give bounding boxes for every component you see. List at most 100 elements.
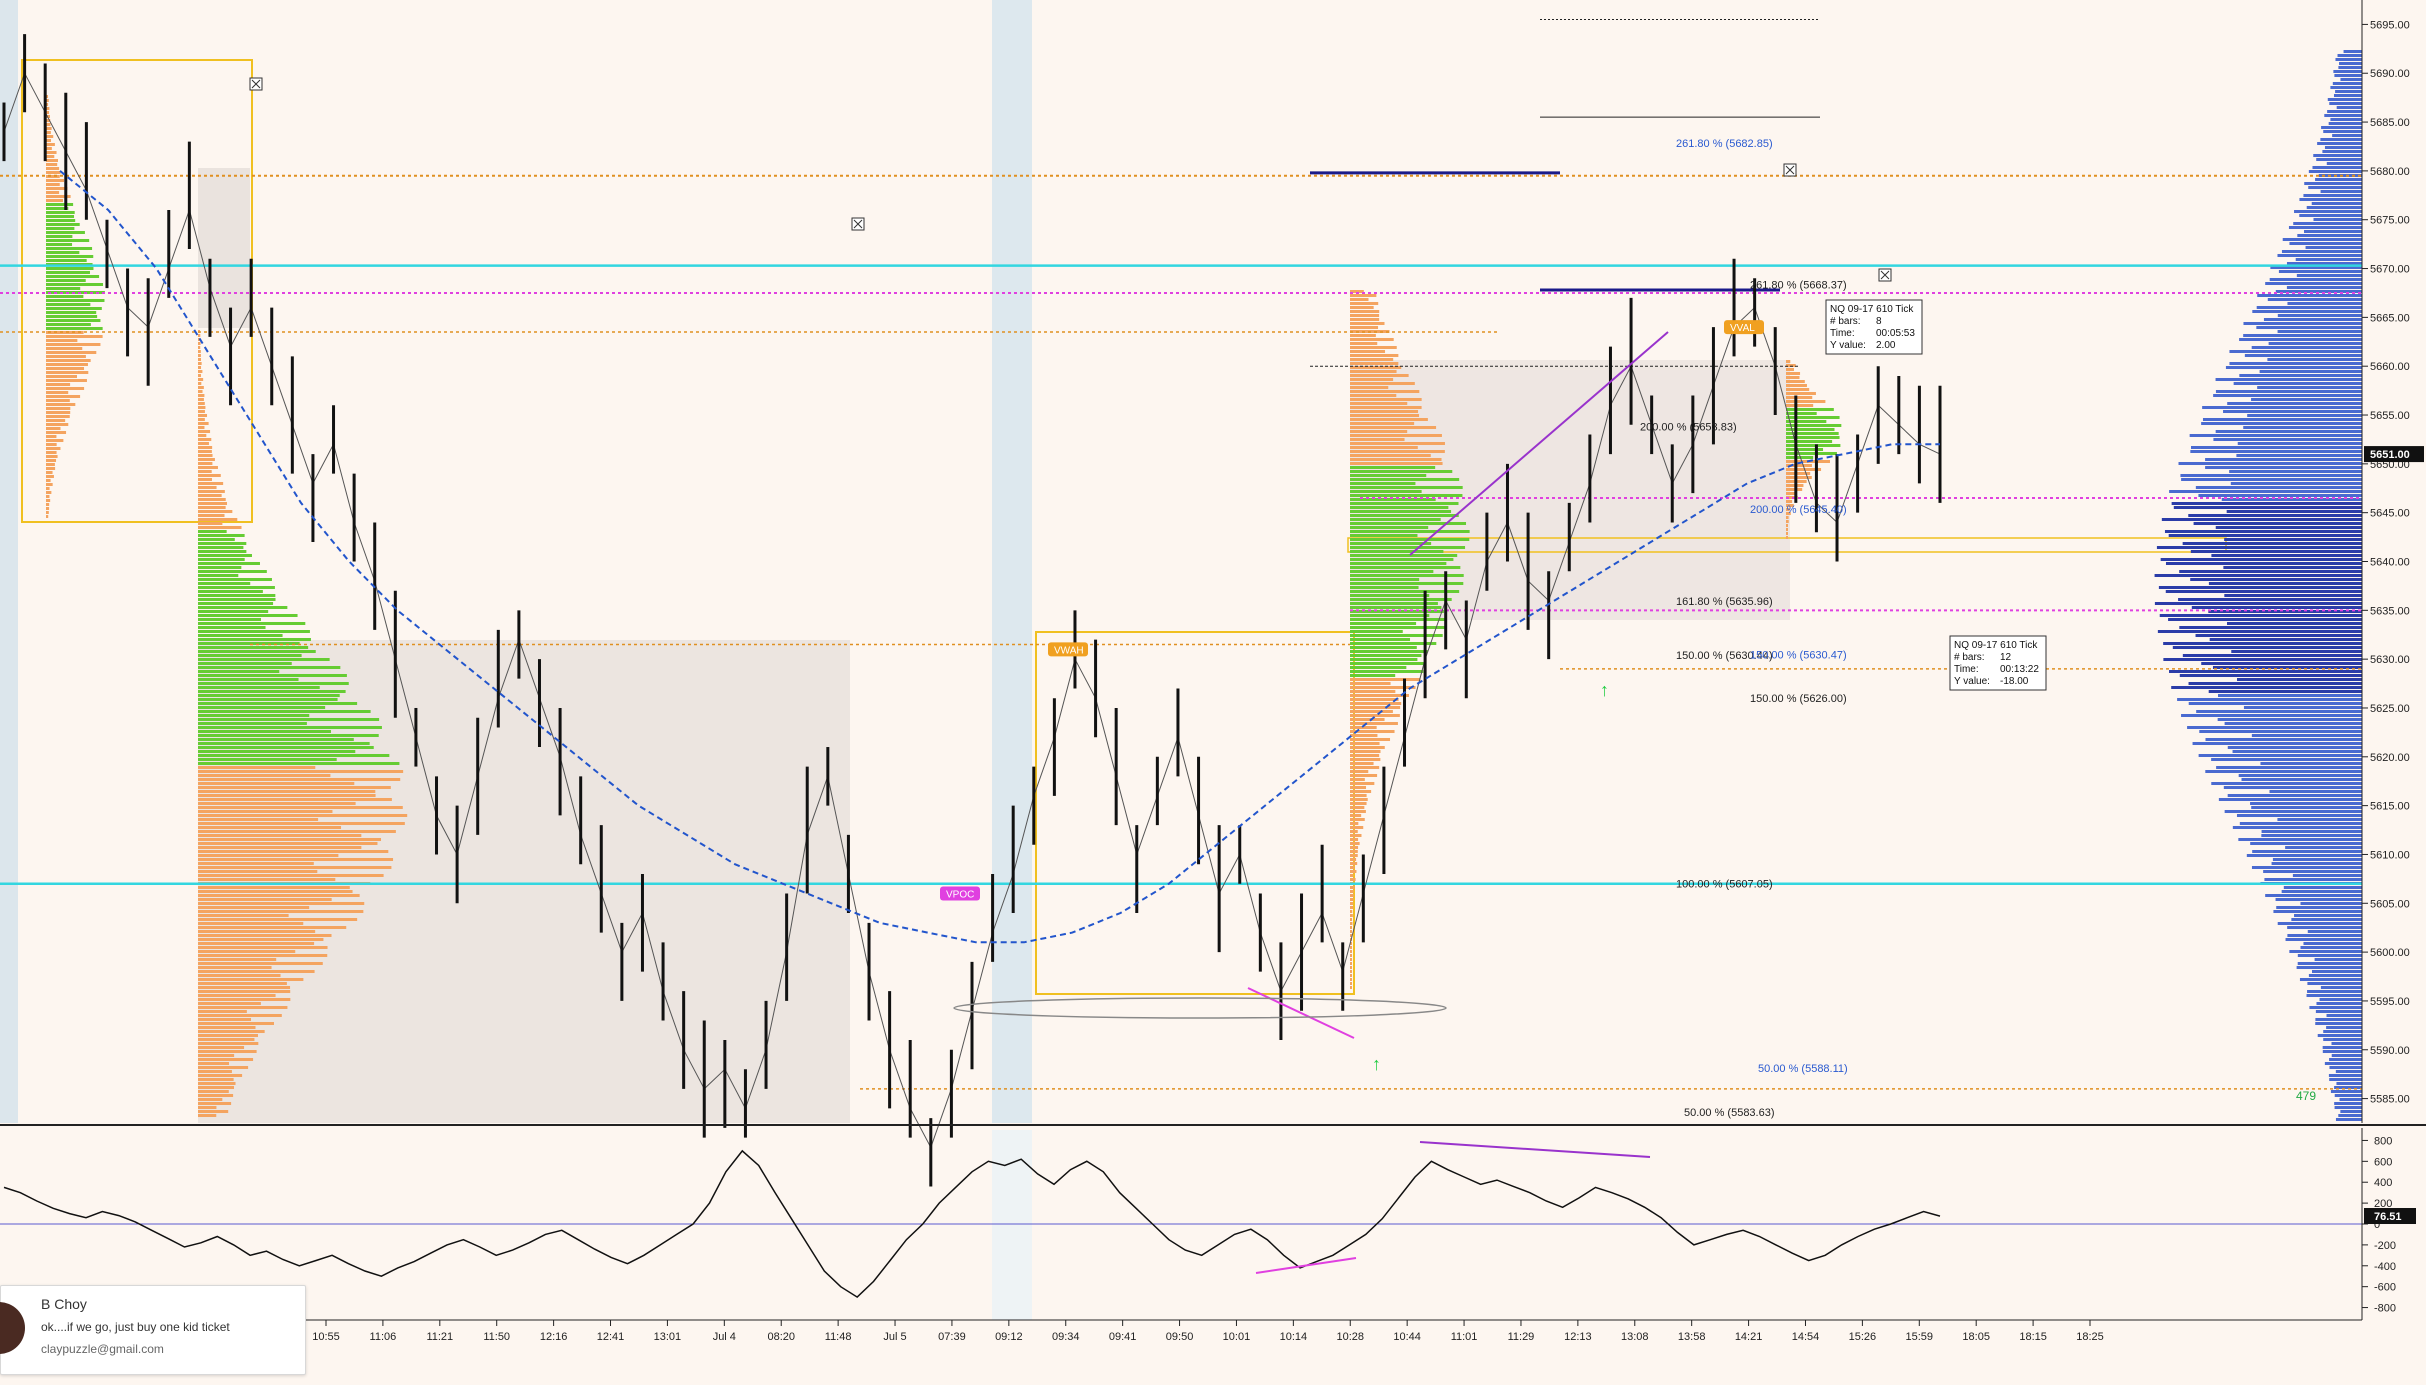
profile-bar <box>2208 690 2362 693</box>
price-chart[interactable]: 261.80 % (5682.85) 261.80 % (5668.37) 200.… <box>0 0 2426 1380</box>
profile-bar <box>198 702 358 705</box>
profile-bar <box>198 726 382 729</box>
profile-bar <box>2232 750 2362 753</box>
profile-bar <box>1786 428 1835 431</box>
price-tick-label: 5595.00 <box>2370 996 2410 1008</box>
profile-bar <box>1350 542 1432 545</box>
profile-bar <box>2181 714 2362 717</box>
profile-bar <box>2232 826 2362 829</box>
time-tick-label: 14:21 <box>1735 1331 1763 1343</box>
profile-bar <box>46 187 68 190</box>
profile-bar <box>198 790 376 793</box>
time-tick-label: 10:01 <box>1223 1331 1251 1343</box>
profile-bar <box>2208 582 2362 585</box>
profile-bar <box>2300 946 2362 949</box>
profile-bar <box>1350 486 1463 489</box>
profile-bar <box>2251 734 2362 737</box>
profile-bar <box>198 830 396 833</box>
profile-bar <box>2303 942 2362 945</box>
profile-bar <box>198 1026 256 1029</box>
profile-bar <box>46 219 76 222</box>
profile-bar <box>198 590 263 593</box>
profile-bar <box>198 1046 245 1049</box>
profile-bar <box>46 239 90 242</box>
profile-bar <box>2165 562 2362 565</box>
measure-box-value: 00:13:22 <box>2000 664 2039 675</box>
profile-bar <box>2327 98 2362 101</box>
profile-bar <box>46 327 103 330</box>
profile-bar <box>2331 1054 2362 1057</box>
profile-bar <box>2272 858 2362 861</box>
profile-bar <box>1350 710 1393 713</box>
chat-notification[interactable]: B Choy ok....if we go, just buy one kid … <box>0 1285 306 1375</box>
profile-bar <box>2252 850 2362 853</box>
profile-bar <box>1350 858 1357 861</box>
profile-bar <box>198 742 370 745</box>
profile-bar <box>198 786 391 789</box>
profile-bar <box>1350 842 1360 845</box>
profile-bar <box>46 463 55 466</box>
measure-box-value: 12 <box>2000 652 2012 663</box>
profile-bar <box>46 323 91 326</box>
profile-bar <box>198 994 276 997</box>
profile-bar <box>2224 538 2362 541</box>
profile-bar <box>1350 918 1352 921</box>
profile-bar <box>46 415 70 418</box>
profile-bar <box>1350 302 1379 305</box>
profile-bar <box>2332 82 2362 85</box>
profile-bar <box>198 582 251 585</box>
profile-bar <box>198 934 332 937</box>
time-tick-label: 11:50 <box>483 1331 510 1343</box>
profile-bar <box>198 1114 217 1117</box>
profile-bar <box>2224 722 2362 725</box>
profile-bar <box>46 367 85 370</box>
profile-bar <box>46 355 86 358</box>
time-tick-label: 12:41 <box>597 1331 625 1343</box>
profile-bar <box>2335 58 2362 61</box>
profile-bar <box>1786 528 1788 531</box>
profile-bar <box>2169 490 2362 493</box>
profile-bar <box>2192 742 2362 745</box>
profile-bar <box>1350 438 1405 441</box>
profile-bar <box>1350 506 1449 509</box>
profile-bar <box>2211 782 2362 785</box>
session-band <box>0 0 18 1123</box>
profile-bar <box>1350 650 1428 653</box>
profile-bar <box>198 1034 258 1037</box>
time-tick-label: 13:01 <box>654 1331 682 1343</box>
profile-bar <box>198 1094 234 1097</box>
fib-label: 200.00 % (5653.83) <box>1640 421 1737 433</box>
time-tick-label: 11:01 <box>1451 1331 1478 1343</box>
profile-bar <box>1350 850 1358 853</box>
profile-bar <box>1786 376 1800 379</box>
profile-bar <box>46 375 77 378</box>
profile-bar <box>1350 638 1411 641</box>
profile-bar <box>1350 898 1354 901</box>
profile-bar <box>198 698 338 701</box>
price-tick-label: 5660.00 <box>2370 361 2410 373</box>
profile-bar <box>1350 370 1397 373</box>
profile-bar <box>2230 482 2362 485</box>
profile-bar <box>198 602 274 605</box>
profile-bar <box>1350 886 1355 889</box>
trading-chart-window[interactable]: 261.80 % (5682.85) 261.80 % (5668.37) 200.… <box>0 0 2426 1380</box>
time-tick-label: 11:48 <box>825 1331 852 1343</box>
profile-bar <box>2315 1018 2362 1021</box>
fib-label: 161.80 % (5635.96) <box>1676 596 1773 608</box>
profile-bar <box>1350 670 1424 673</box>
profile-bar <box>46 215 75 218</box>
profile-bar <box>198 622 306 625</box>
profile-bar <box>2297 234 2362 237</box>
measure-box-label: Time: <box>1830 328 1855 339</box>
profile-bar <box>2199 730 2362 733</box>
time-tick-label: 18:15 <box>2019 1331 2047 1343</box>
profile-bar <box>2343 50 2362 53</box>
profile-bar <box>2217 718 2362 721</box>
profile-bar <box>1350 414 1420 417</box>
profile-bar <box>2205 738 2362 741</box>
profile-bar <box>46 191 60 194</box>
profile-bar <box>46 255 94 258</box>
profile-bar <box>2244 354 2362 357</box>
profile-bar <box>198 846 362 849</box>
measure-box-value: 8 <box>1876 316 1882 327</box>
